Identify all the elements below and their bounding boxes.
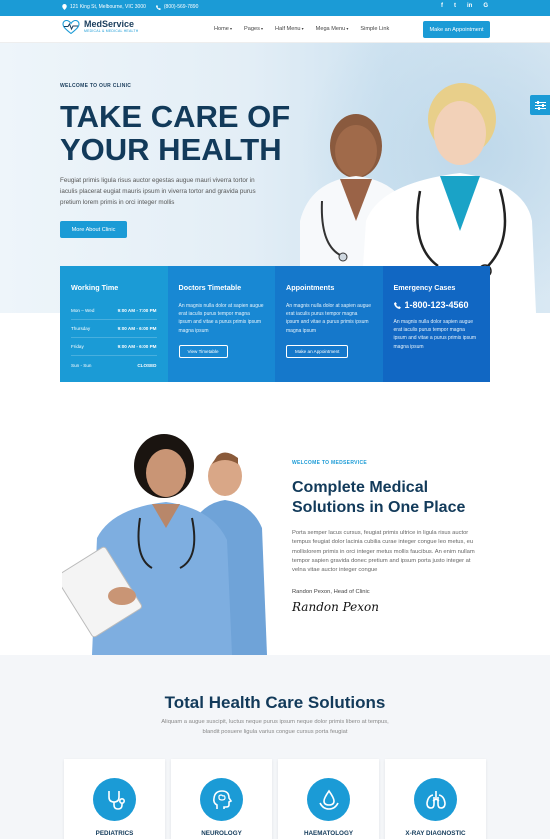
working-time-title: Working Time	[71, 283, 119, 292]
logo[interactable]: MedService MEDICAL & MEDICAL HEALTH	[62, 20, 138, 34]
row-time: 9:00 AM - 7:00 PM	[117, 308, 157, 313]
service-card-neurology[interactable]: NEUROLOGY	[171, 759, 272, 839]
make-appointment-button[interactable]: Make an Appointment	[423, 21, 490, 38]
working-time-row: Mon – Wed 9:00 AM - 7:00 PM	[71, 302, 157, 320]
logo-name: MedService	[84, 19, 135, 29]
main-nav: Home Pages Half Menu Mega Menu Simple Li…	[214, 26, 389, 32]
services-section: Total Health Care Solutions Aliquam a au…	[0, 655, 550, 839]
working-time-row: Thursday 9:00 AM - 6:00 PM	[71, 320, 157, 338]
card-make-appointment-button[interactable]: Make an Appointment	[286, 345, 349, 358]
location-pin-icon	[62, 4, 67, 10]
about-eyebrow: WELCOME TO MEDSERVICE	[292, 460, 368, 466]
service-icon-circle	[307, 778, 350, 821]
row-time: 9:00 AM - 6:00 PM	[117, 326, 157, 331]
nav-simple-link[interactable]: Simple Link	[360, 26, 389, 32]
more-about-clinic-button[interactable]: More About Clinic	[60, 221, 127, 238]
doctors-timetable-card: Doctors Timetable An magnis nulla dolor …	[167, 266, 275, 382]
service-label: PEDIATRICS	[95, 830, 134, 837]
hero-title-line-2: YOUR HEALTH	[60, 132, 282, 167]
emergency-phone[interactable]: 1-800-123-4560	[393, 300, 480, 310]
appointments-text: An magnis nulla dolor at sapien augue er…	[286, 303, 372, 334]
about-title: Complete Medical Solutions in One Place	[292, 479, 466, 516]
view-timetable-button[interactable]: View Timetable	[178, 345, 228, 358]
contact-info: 121 King St, Melbourne, VIC 3000 (800)-5…	[62, 4, 198, 10]
linkedin-icon[interactable]: in	[467, 3, 472, 9]
hero-title-line-1: TAKE CARE OF	[60, 99, 291, 134]
service-card-x-ray-diagnostic[interactable]: X-RAY DIAGNOSTIC	[385, 759, 486, 839]
emergency-text: An magnis nulla dolor sapien augue erat …	[393, 319, 477, 350]
emergency-card: Emergency Cases 1-800-123-4560 An magnis…	[382, 266, 490, 382]
service-label: X-RAY DIAGNOSTIC	[405, 830, 466, 837]
lungs-icon	[425, 790, 446, 809]
nav-half-menu[interactable]: Half Menu	[275, 26, 304, 32]
stethoscope-icon	[107, 790, 125, 810]
service-icon-circle	[93, 778, 136, 821]
about-doctors-image	[62, 434, 267, 655]
row-day: Mon – Wed	[71, 308, 95, 313]
info-cards: Working Time Mon – Wed 9:00 AM - 7:00 PM …	[60, 266, 490, 382]
service-label: HAEMATOLOGY	[303, 830, 354, 837]
logo-tagline: MEDICAL & MEDICAL HEALTH	[84, 29, 139, 33]
doctors-timetable-title: Doctors Timetable	[178, 283, 242, 292]
phone: (800)-569-7890	[155, 4, 199, 10]
nav-home[interactable]: Home	[214, 26, 232, 32]
phone-text: (800)-569-7890	[163, 4, 199, 10]
working-time-row: Sun - Sun CLOSED	[71, 356, 157, 374]
brain-head-icon	[212, 789, 232, 809]
settings-toggle[interactable]	[530, 95, 550, 115]
appointments-title: Appointments	[286, 283, 335, 292]
nav-mega-menu[interactable]: Mega Menu	[316, 26, 349, 32]
services-description: Aliquam a augue suscipit, luctus neque p…	[161, 719, 389, 735]
about-description: Porta semper lacus cursus, feugiat primi…	[292, 530, 475, 574]
sliders-icon	[534, 100, 546, 110]
nav-pages[interactable]: Pages	[244, 26, 263, 32]
hero-description: Feugiat primis ligula risus auctor egest…	[60, 177, 256, 206]
row-time: CLOSED	[137, 362, 157, 368]
services-title: Total Health Care Solutions	[164, 693, 386, 712]
emergency-phone-number: 1-800-123-4560	[404, 300, 469, 310]
service-label: NEUROLOGY	[201, 830, 242, 837]
blood-drop-icon	[318, 789, 339, 810]
signature: Randon Pexon	[292, 600, 379, 614]
service-icon-circle	[414, 778, 457, 821]
facebook-icon[interactable]: f	[441, 3, 443, 9]
phone-icon	[155, 4, 161, 10]
row-day: Friday	[71, 344, 84, 349]
row-day: Thursday	[71, 326, 91, 331]
working-time-card: Working Time Mon – Wed 9:00 AM - 7:00 PM …	[60, 266, 168, 382]
top-bar: 121 King St, Melbourne, VIC 3000 (800)-5…	[0, 0, 550, 16]
service-card-haematology[interactable]: HAEMATOLOGY	[278, 759, 379, 839]
phone-icon	[393, 301, 401, 309]
address: 121 King St, Melbourne, VIC 3000	[62, 4, 146, 10]
service-icon-circle	[200, 778, 243, 821]
row-time: 9:00 AM - 6:00 PM	[117, 344, 157, 349]
main-header: MedService MEDICAL & MEDICAL HEALTH Home…	[0, 16, 550, 43]
working-time-row: Friday 9:00 AM - 6:00 PM	[71, 338, 157, 356]
appointments-card: Appointments An magnis nulla dolor at sa…	[275, 266, 383, 382]
twitter-icon[interactable]: t	[454, 3, 456, 9]
signer-name: Randon Pexon, Head of Clinic	[292, 589, 370, 595]
hero-title: TAKE CARE OF YOUR HEALTH	[60, 100, 320, 166]
address-text: 121 King St, Melbourne, VIC 3000	[70, 4, 146, 10]
social-links: f t in G	[441, 3, 488, 9]
heart-pulse-icon	[62, 20, 80, 34]
google-icon[interactable]: G	[483, 3, 488, 9]
row-day: Sun - Sun	[71, 362, 92, 368]
hero-eyebrow: WELCOME TO OUR CLINIC	[60, 83, 132, 89]
service-card-pediatrics[interactable]: PEDIATRICS	[64, 759, 165, 839]
emergency-title: Emergency Cases	[393, 283, 456, 292]
doctors-timetable-text: An magnis nulla dolor at sapien augue er…	[178, 303, 264, 334]
